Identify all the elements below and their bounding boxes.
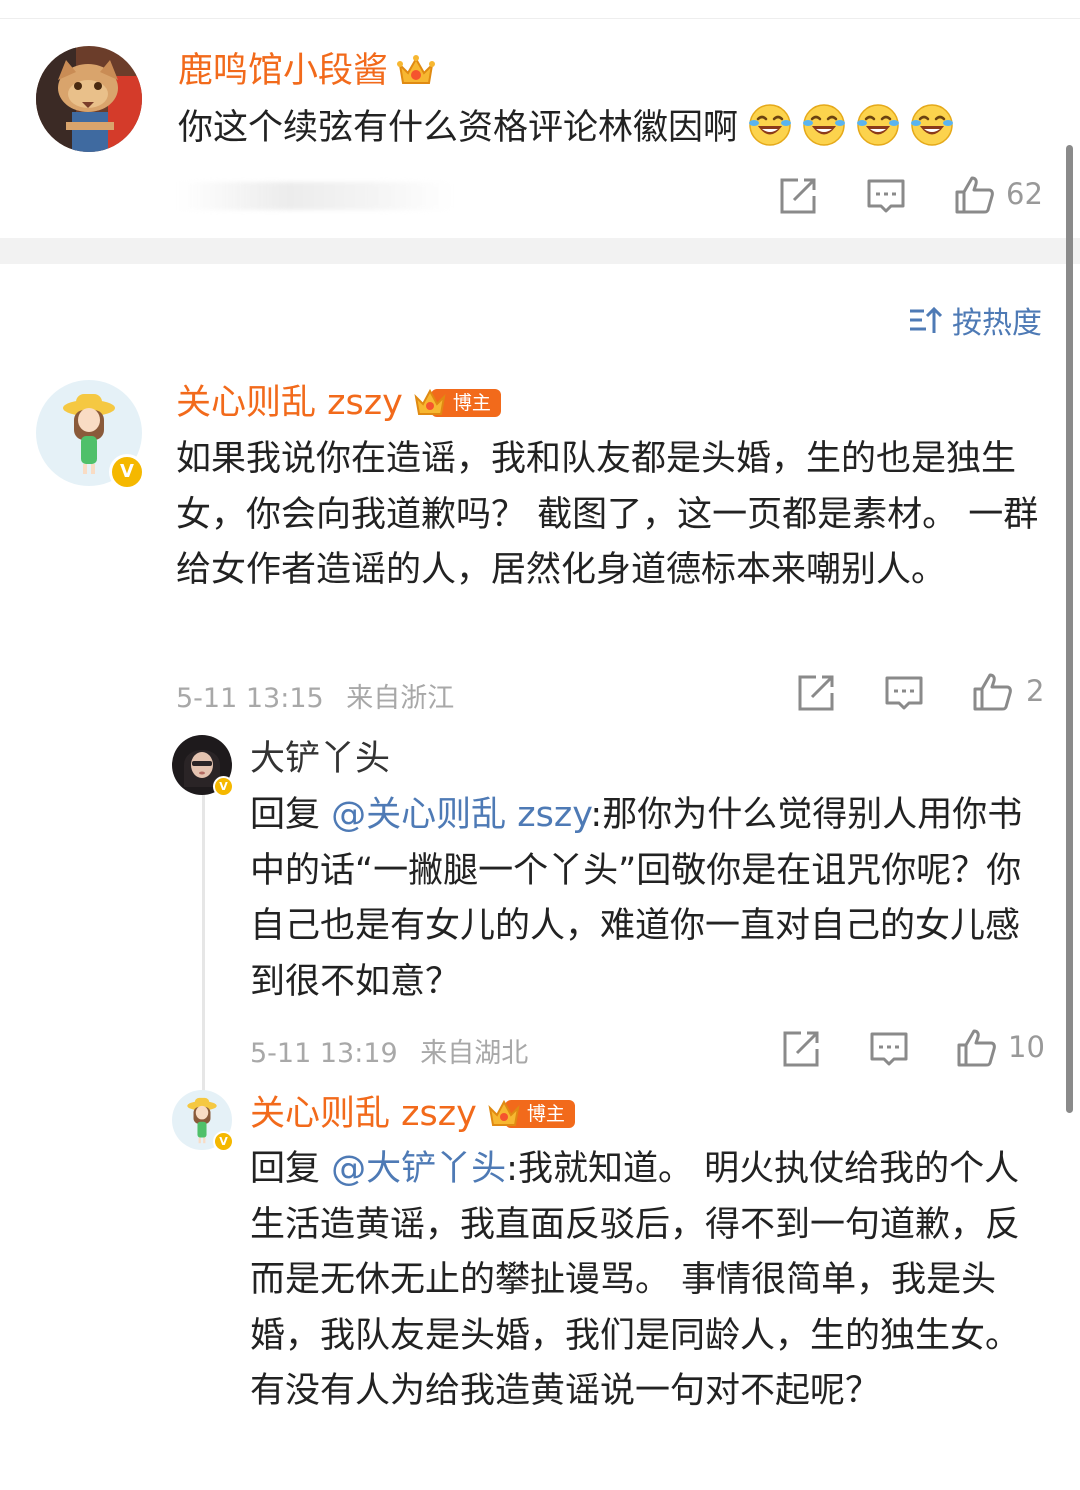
comment1-username[interactable]: 鹿鸣馆小段酱 xyxy=(178,49,388,93)
like-icon[interactable] xyxy=(955,1027,997,1069)
reply1-prefix: 回复 xyxy=(250,795,332,835)
avatar[interactable]: V xyxy=(172,1090,234,1152)
comment-icon[interactable] xyxy=(884,673,924,713)
comment1-like-count: 62 xyxy=(1006,177,1043,211)
crown-icon xyxy=(397,55,436,84)
thread-line xyxy=(202,795,205,1095)
reply1-text: 回复 @关心则乱 zszy:那你为什么觉得别人用你书中的话“一撇腿一个丫头”回敬… xyxy=(250,788,1050,1010)
sort-label: 按热度 xyxy=(952,306,1042,341)
reply2-username[interactable]: 关心则乱 zszy xyxy=(250,1092,477,1136)
avatar[interactable] xyxy=(36,46,142,152)
like-icon[interactable] xyxy=(971,671,1013,713)
laughing-crying-emoji xyxy=(911,104,954,146)
comment2-username-row: 关心则乱 zszy 博主 xyxy=(176,381,501,425)
comment2-time: 5-11 13:15 xyxy=(176,683,324,714)
comment1-text-content: 你这个续弦有什么资格评论林徽因啊 xyxy=(178,108,739,148)
reply1-username[interactable]: 大铲丫头 xyxy=(250,737,390,781)
share-icon[interactable] xyxy=(778,176,818,216)
reply2-text: 回复 @大铲丫头:我就知道。 明火执仗给我的个人生活造黄谣，我直面反驳后，得不到… xyxy=(250,1142,1050,1420)
crown-icon xyxy=(414,388,446,415)
share-icon[interactable] xyxy=(781,1029,821,1069)
reply1-location: 来自湖北 xyxy=(420,1038,529,1069)
reply2-prefix: 回复 xyxy=(250,1149,332,1189)
avatar[interactable]: V xyxy=(172,735,234,797)
verified-badge: V xyxy=(213,1131,234,1152)
scrollbar[interactable] xyxy=(1066,145,1073,1113)
comment2-like-count: 2 xyxy=(1026,674,1045,708)
crown-icon xyxy=(488,1099,520,1126)
cat-avatar-image xyxy=(36,46,142,152)
comment1-username-row: 鹿鸣馆小段酱 xyxy=(178,49,436,93)
like-icon[interactable] xyxy=(953,174,995,216)
avatar[interactable]: V xyxy=(36,380,145,490)
laughing-crying-emoji xyxy=(749,104,792,146)
comment-icon[interactable] xyxy=(866,176,906,216)
reply2-mention[interactable]: @大铲丫头 xyxy=(331,1149,506,1189)
top-divider xyxy=(0,0,1080,19)
reply1-meta: 5-11 13:19 来自湖北 xyxy=(250,1031,528,1070)
section-separator xyxy=(0,238,1080,264)
blurred-meta xyxy=(178,182,453,210)
reply1-like-count: 10 xyxy=(1008,1030,1045,1064)
blogger-tag: 博主 xyxy=(413,387,501,419)
sort-button[interactable]: 按热度 xyxy=(908,298,1042,342)
comment2-location: 来自浙江 xyxy=(346,683,455,714)
reply1-time: 5-11 13:19 xyxy=(250,1038,398,1069)
comment2-username[interactable]: 关心则乱 zszy xyxy=(176,381,403,425)
laughing-crying-emoji xyxy=(803,104,846,146)
sort-icon xyxy=(910,306,942,333)
verified-badge: V xyxy=(109,454,145,490)
comment2-text: 如果我说你在造谣，我和队友都是头婚，生的也是独生女，你会向我道歉吗？ 截图了，这… xyxy=(176,439,1039,590)
reply2-username-row: 关心则乱 zszy 博主 xyxy=(250,1092,575,1136)
comment2-meta: 5-11 13:15 来自浙江 xyxy=(176,676,454,715)
share-icon[interactable] xyxy=(796,673,836,713)
comment-icon[interactable] xyxy=(869,1029,909,1069)
laughing-crying-emoji xyxy=(857,104,900,146)
reply1-mention[interactable]: @关心则乱 zszy xyxy=(331,795,590,835)
blogger-tag: 博主 xyxy=(487,1098,575,1130)
comment1-text: 你这个续弦有什么资格评论林徽因啊 xyxy=(178,101,1038,157)
verified-badge: V xyxy=(213,776,234,797)
